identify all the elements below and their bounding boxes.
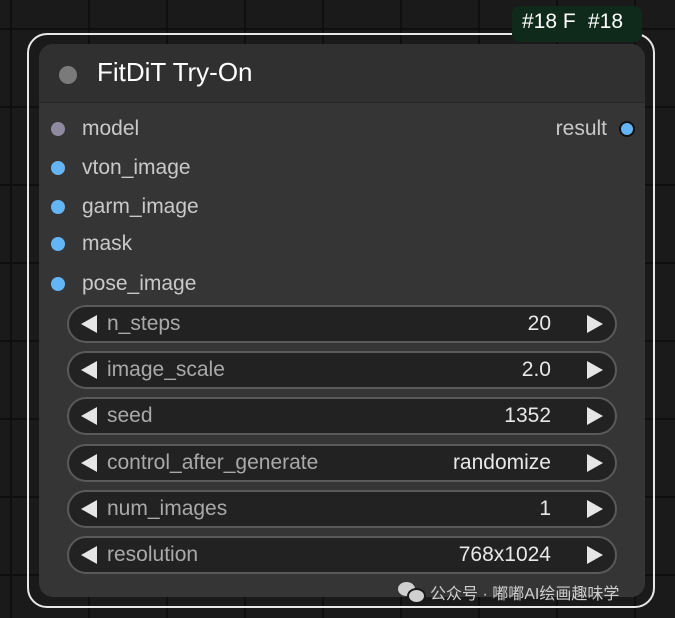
input-slot-vton-image[interactable]: vton_image xyxy=(51,153,191,183)
widget-label: n_steps xyxy=(107,312,181,335)
slot-label: model xyxy=(82,117,140,140)
slot-label: result xyxy=(555,117,607,140)
increment-arrow-icon[interactable] xyxy=(587,361,603,379)
slot-connector-dot[interactable] xyxy=(51,161,65,175)
input-slot-mask[interactable]: mask xyxy=(51,229,132,259)
fitdit-tryon-node[interactable]: FitDiT Try-On model vton_image garm_imag… xyxy=(39,44,645,597)
node-header[interactable]: FitDiT Try-On xyxy=(39,44,645,103)
widget-control-after-generate[interactable]: control_after_generate randomize xyxy=(67,444,617,482)
slot-label: mask xyxy=(82,232,133,255)
widget-label: num_images xyxy=(107,497,228,520)
wechat-icon xyxy=(398,582,426,604)
widget-label: image_scale xyxy=(107,358,225,381)
widget-label: resolution xyxy=(107,543,199,566)
decrement-arrow-icon[interactable] xyxy=(81,500,97,518)
widget-value[interactable]: 768x1024 xyxy=(459,543,551,567)
widget-value[interactable]: 1352 xyxy=(504,404,551,428)
decrement-arrow-icon[interactable] xyxy=(81,361,97,379)
widget-seed[interactable]: seed 1352 xyxy=(67,397,617,435)
widget-resolution[interactable]: resolution 768x1024 xyxy=(67,536,617,574)
input-slot-garm-image[interactable]: garm_image xyxy=(51,192,199,222)
slot-label: vton_image xyxy=(82,156,191,179)
input-slot-pose-image[interactable]: pose_image xyxy=(51,269,196,299)
slot-label: pose_image xyxy=(82,272,197,295)
slot-connector-dot[interactable] xyxy=(51,277,65,291)
decrement-arrow-icon[interactable] xyxy=(81,546,97,564)
slot-connector-dot[interactable] xyxy=(51,200,65,214)
increment-arrow-icon[interactable] xyxy=(587,546,603,564)
slot-connector-dot[interactable] xyxy=(51,237,65,251)
slot-connector-dot[interactable] xyxy=(619,121,635,137)
watermark-text: 公众号 · 嘟嘟AI绘画趣味学 xyxy=(430,586,620,603)
widget-image-scale[interactable]: image_scale 2.0 xyxy=(67,351,617,389)
widget-label: control_after_generate xyxy=(107,451,319,474)
output-slot-result[interactable]: result xyxy=(556,114,635,144)
input-slot-model[interactable]: model xyxy=(51,114,139,144)
widget-num-images[interactable]: num_images 1 xyxy=(67,490,617,528)
decrement-arrow-icon[interactable] xyxy=(81,407,97,425)
slot-label: garm_image xyxy=(82,195,199,218)
node-title: FitDiT Try-On xyxy=(97,57,253,87)
increment-arrow-icon[interactable] xyxy=(587,454,603,472)
decrement-arrow-icon[interactable] xyxy=(81,315,97,333)
node-id-badge-overlay: #18 xyxy=(578,6,642,42)
slot-connector-dot[interactable] xyxy=(51,122,65,136)
decrement-arrow-icon[interactable] xyxy=(81,454,97,472)
increment-arrow-icon[interactable] xyxy=(587,407,603,425)
increment-arrow-icon[interactable] xyxy=(587,315,603,333)
watermark: 公众号 · 嘟嘟AI绘画趣味学 xyxy=(398,579,619,605)
widget-value[interactable]: randomize xyxy=(453,451,551,475)
widget-label: seed xyxy=(107,404,153,427)
widget-value[interactable]: 2.0 xyxy=(522,358,551,382)
widget-n-steps[interactable]: n_steps 20 xyxy=(67,305,617,343)
widget-value[interactable]: 20 xyxy=(528,312,551,336)
widget-value[interactable]: 1 xyxy=(539,497,551,521)
increment-arrow-icon[interactable] xyxy=(587,500,603,518)
collapse-toggle[interactable] xyxy=(59,66,77,84)
graph-canvas[interactable]: #18 F #18 FitDiT Try-On model vton_image… xyxy=(0,0,675,618)
